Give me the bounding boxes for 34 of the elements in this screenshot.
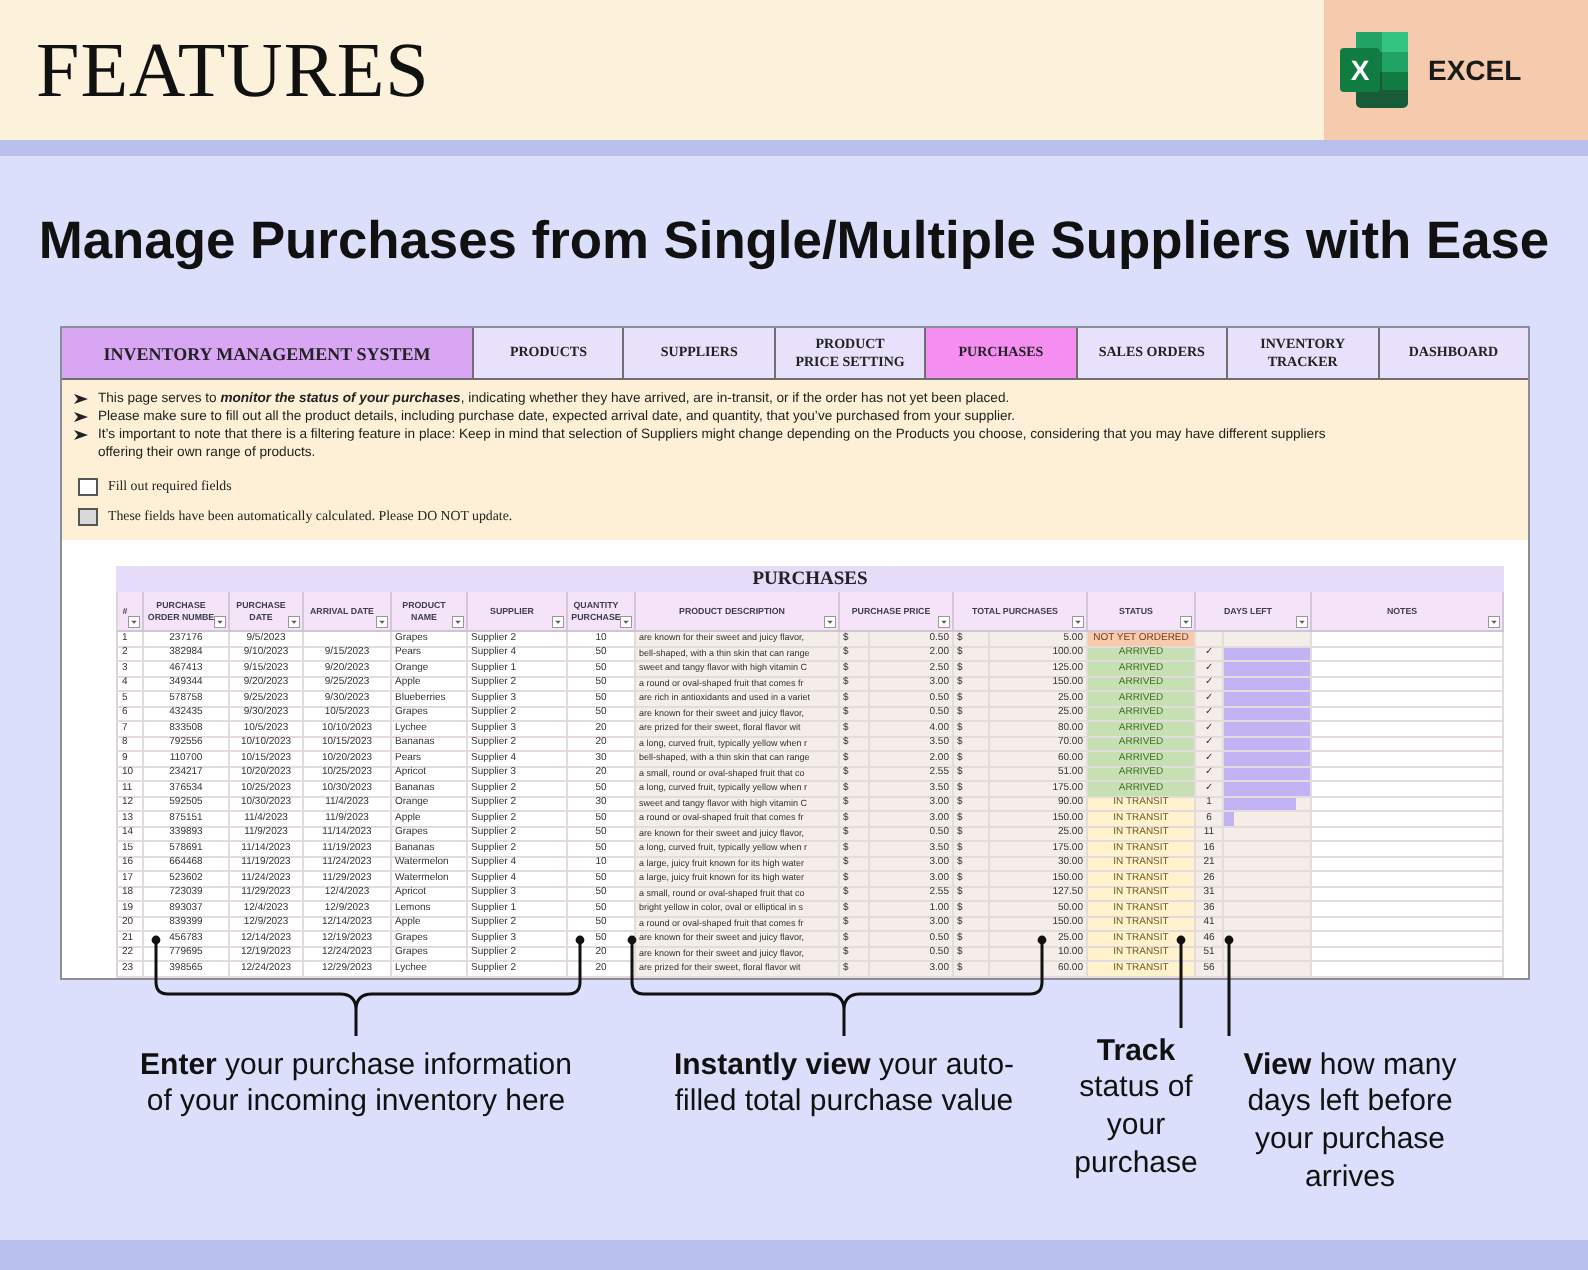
filter-dropdown-icon[interactable] [214, 616, 226, 628]
leader-line [151, 935, 161, 982]
leader-line [627, 935, 637, 982]
arrowhead-bullet-icon [74, 394, 88, 404]
filter-dropdown-icon[interactable] [824, 616, 836, 628]
empty-cell [304, 632, 392, 647]
callout-text: View how many days left before your purchase arrives [1241, 1047, 1459, 1197]
filter-dropdown-icon[interactable] [1296, 616, 1308, 628]
badge-label: EXCEL [1428, 54, 1522, 86]
filter-dropdown-icon[interactable] [1072, 616, 1084, 628]
subtitle-heading: Manage Purchases from Single/Multiple Suppliers with Ease [38, 210, 1550, 272]
arrowhead-bullet-icon [74, 430, 88, 440]
filter-dropdown-icon[interactable] [1488, 616, 1500, 628]
swatch-icon [78, 477, 98, 495]
filter-dropdown-icon[interactable] [128, 616, 140, 628]
leader-line [1037, 935, 1047, 982]
leader-line [1224, 935, 1234, 1036]
filter-dropdown-icon[interactable] [620, 616, 632, 628]
filter-dropdown-icon[interactable] [552, 616, 564, 628]
leader-line [1176, 935, 1186, 1028]
app-title: INVENTORY MANAGEMENT SYSTEM [62, 328, 474, 380]
callout-text: Track status of your purchase [1072, 1033, 1200, 1183]
callout-text: Instantly view your auto-filled total purchase value [671, 1047, 1017, 1122]
table-title: PURCHASES [116, 566, 1504, 592]
filter-dropdown-icon[interactable] [452, 616, 464, 628]
filter-dropdown-icon[interactable] [288, 616, 300, 628]
page-title: FEATURES [36, 31, 430, 109]
leader-line [575, 935, 585, 982]
filter-dropdown-icon[interactable] [376, 616, 388, 628]
filter-dropdown-icon[interactable] [1180, 616, 1192, 628]
arrowhead-bullet-icon [74, 412, 88, 422]
callout-text: Enter your purchase information of your incoming inventory here [138, 1047, 574, 1122]
filter-dropdown-icon[interactable] [938, 616, 950, 628]
swatch-icon [78, 507, 98, 525]
